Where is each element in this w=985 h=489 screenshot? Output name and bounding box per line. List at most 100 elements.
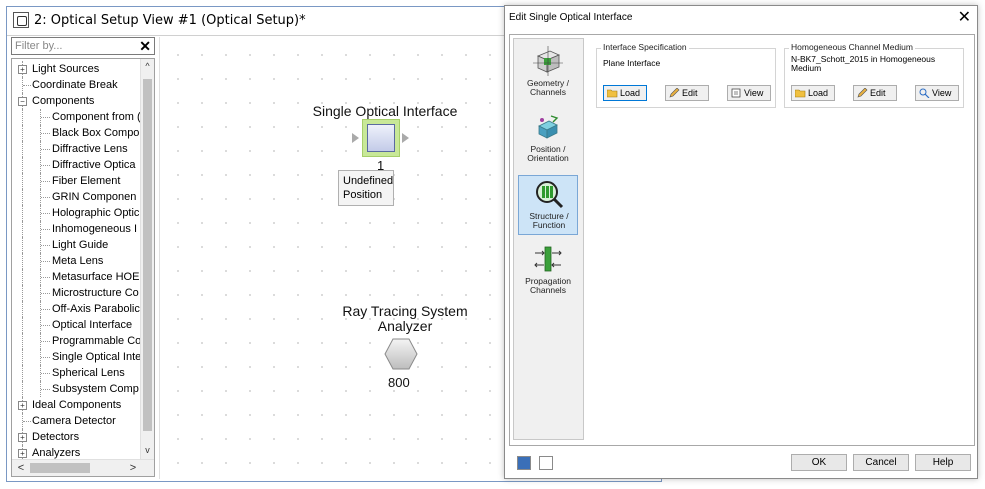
medium-view-label: View xyxy=(932,88,952,98)
tree-child-item[interactable]: Subsystem Comp xyxy=(12,381,142,397)
tree-guide-line xyxy=(22,125,23,141)
sidebar-item-position[interactable]: Position / Orientation xyxy=(518,109,578,169)
cancel-button[interactable]: Cancel xyxy=(853,454,909,471)
analyzer-title-line2: Analyzer xyxy=(377,318,433,334)
medium-load-button[interactable]: Load xyxy=(791,85,835,101)
tree-child-item[interactable]: Off-Axis Parabolic xyxy=(12,301,142,317)
sidebar-item-propagation[interactable]: Propagation Channels xyxy=(518,241,578,301)
tree-item[interactable]: Camera Detector xyxy=(12,413,142,429)
tree-item-label: Holographic Optic xyxy=(52,207,140,219)
tree-child-item[interactable]: Holographic Optic xyxy=(12,205,142,221)
tree-child-item[interactable]: Microstructure Co xyxy=(12,285,142,301)
interface-load-button[interactable]: Load xyxy=(603,85,647,101)
scroll-right-arrow-icon[interactable]: > xyxy=(126,460,140,476)
expand-icon[interactable]: + xyxy=(18,433,27,442)
tree-vertical-scrollbar[interactable]: ^ v xyxy=(140,59,154,459)
folder-open-icon xyxy=(607,89,618,98)
geometry-cube-icon xyxy=(533,46,563,76)
interface-view-button[interactable]: View xyxy=(727,85,771,101)
help-button[interactable]: Help xyxy=(915,454,971,471)
tree-child-item[interactable]: Black Box Compo xyxy=(12,125,142,141)
interface-spec-value: Plane Interface xyxy=(603,58,661,68)
tree-child-item[interactable]: Optical Interface xyxy=(12,317,142,333)
tree-guide-line xyxy=(22,349,23,365)
tree-guide-line xyxy=(41,197,50,198)
tree-guide-line xyxy=(22,269,23,285)
tree-child-item[interactable]: GRIN Componen xyxy=(12,189,142,205)
scroll-left-arrow-icon[interactable]: < xyxy=(14,460,28,476)
tree-child-item[interactable]: Diffractive Lens xyxy=(12,141,142,157)
scroll-down-arrow-icon[interactable]: v xyxy=(141,443,154,457)
tree-guide-line xyxy=(41,165,50,166)
tree-item[interactable]: Coordinate Break xyxy=(12,77,142,93)
tree-item[interactable]: + Light Sources xyxy=(12,61,142,77)
view-settings-icon[interactable] xyxy=(539,456,553,470)
tree-guide-line xyxy=(41,245,50,246)
tree-child-item[interactable]: Spherical Lens xyxy=(12,365,142,381)
tree-child-item[interactable]: Fiber Element xyxy=(12,173,142,189)
tree-item-label: Diffractive Optica xyxy=(52,159,136,171)
tree-guide-line xyxy=(41,181,50,182)
tree-guide-line xyxy=(22,205,23,221)
ok-button[interactable]: OK xyxy=(791,454,847,471)
medium-view-button[interactable]: View xyxy=(915,85,959,101)
position-badge[interactable]: Undefined Position xyxy=(338,170,394,206)
tree-item-label: Camera Detector xyxy=(32,415,116,427)
scroll-up-arrow-icon[interactable]: ^ xyxy=(141,59,154,73)
ray-tracing-analyzer-node[interactable] xyxy=(384,337,418,371)
vertical-scroll-thumb[interactable] xyxy=(143,79,152,431)
view-document-icon xyxy=(731,88,741,98)
tree-guide-line xyxy=(41,149,50,150)
tree-child-item[interactable]: Component from ( xyxy=(12,109,142,125)
tree-horizontal-scrollbar[interactable]: < > xyxy=(12,459,154,476)
close-icon[interactable]: ✕ xyxy=(958,8,971,28)
tree-child-item[interactable]: Inhomogeneous I xyxy=(12,221,142,237)
position-badge-line2: Position xyxy=(343,189,383,201)
expand-icon[interactable]: + xyxy=(18,65,27,74)
analyzer-title-line1: Ray Tracing System xyxy=(342,303,468,319)
tree-item-label: Detectors xyxy=(32,431,80,443)
position-badge-line1: Undefined xyxy=(343,175,394,187)
tree-child-item[interactable]: Light Guide xyxy=(12,237,142,253)
input-port-icon[interactable] xyxy=(352,133,359,143)
tree-child-item[interactable]: Metasurface HOE xyxy=(12,269,142,285)
tree-guide-line xyxy=(23,421,31,422)
tree-guide-line xyxy=(41,293,50,294)
tree-item-label: Ideal Components xyxy=(32,399,122,411)
tree-item[interactable]: + Ideal Components xyxy=(12,397,142,413)
channel-medium-title: Homogeneous Channel Medium xyxy=(789,42,915,52)
filter-input[interactable] xyxy=(12,38,138,54)
tree-child-item[interactable]: Diffractive Optica xyxy=(12,157,142,173)
tree-item-label: Spherical Lens xyxy=(52,367,125,379)
tree-child-item[interactable]: Programmable Co xyxy=(12,333,142,349)
interface-spec-group: Interface Specification Plane Interface … xyxy=(596,42,776,108)
tree-item[interactable]: − Components xyxy=(12,93,142,109)
tree-item-label: Single Optical Inte xyxy=(52,351,142,363)
expand-icon[interactable]: + xyxy=(18,449,27,458)
tree-item-label: Component from ( xyxy=(52,111,141,123)
channel-medium-value: N-BK7_Schott_2015 in Homogeneous Medium xyxy=(791,54,936,73)
interface-edit-button[interactable]: Edit xyxy=(665,85,709,101)
single-optical-interface-node[interactable] xyxy=(362,119,400,157)
horizontal-scroll-thumb[interactable] xyxy=(30,463,90,473)
tree-guide-line xyxy=(22,173,23,189)
soi-node-title: Single Optical Interface xyxy=(312,103,458,119)
tree-child-item[interactable]: Meta Lens xyxy=(12,253,142,269)
tree-item[interactable]: + Detectors xyxy=(12,429,142,445)
tree-child-item[interactable]: Single Optical Inte xyxy=(12,349,142,365)
expand-icon[interactable]: + xyxy=(18,401,27,410)
clear-filter-icon[interactable]: ✕ xyxy=(139,38,151,54)
tree-guide-line xyxy=(41,373,50,374)
collapse-icon[interactable]: − xyxy=(18,97,27,106)
tree-item-label: Off-Axis Parabolic xyxy=(52,303,140,315)
sidebar-item-geometry[interactable]: Geometry / Channels xyxy=(518,43,578,103)
tree-guide-line xyxy=(41,357,50,358)
tree-item-label: GRIN Componen xyxy=(52,191,137,203)
tree-item-label: Diffractive Lens xyxy=(52,143,128,155)
tree-item-label: Light Sources xyxy=(32,63,100,75)
medium-edit-button[interactable]: Edit xyxy=(853,85,897,101)
save-disk-icon[interactable] xyxy=(517,456,531,470)
output-port-icon[interactable] xyxy=(402,133,409,143)
sidebar-item-structure[interactable]: Structure / Function xyxy=(518,175,578,235)
tree-guide-line xyxy=(41,325,50,326)
